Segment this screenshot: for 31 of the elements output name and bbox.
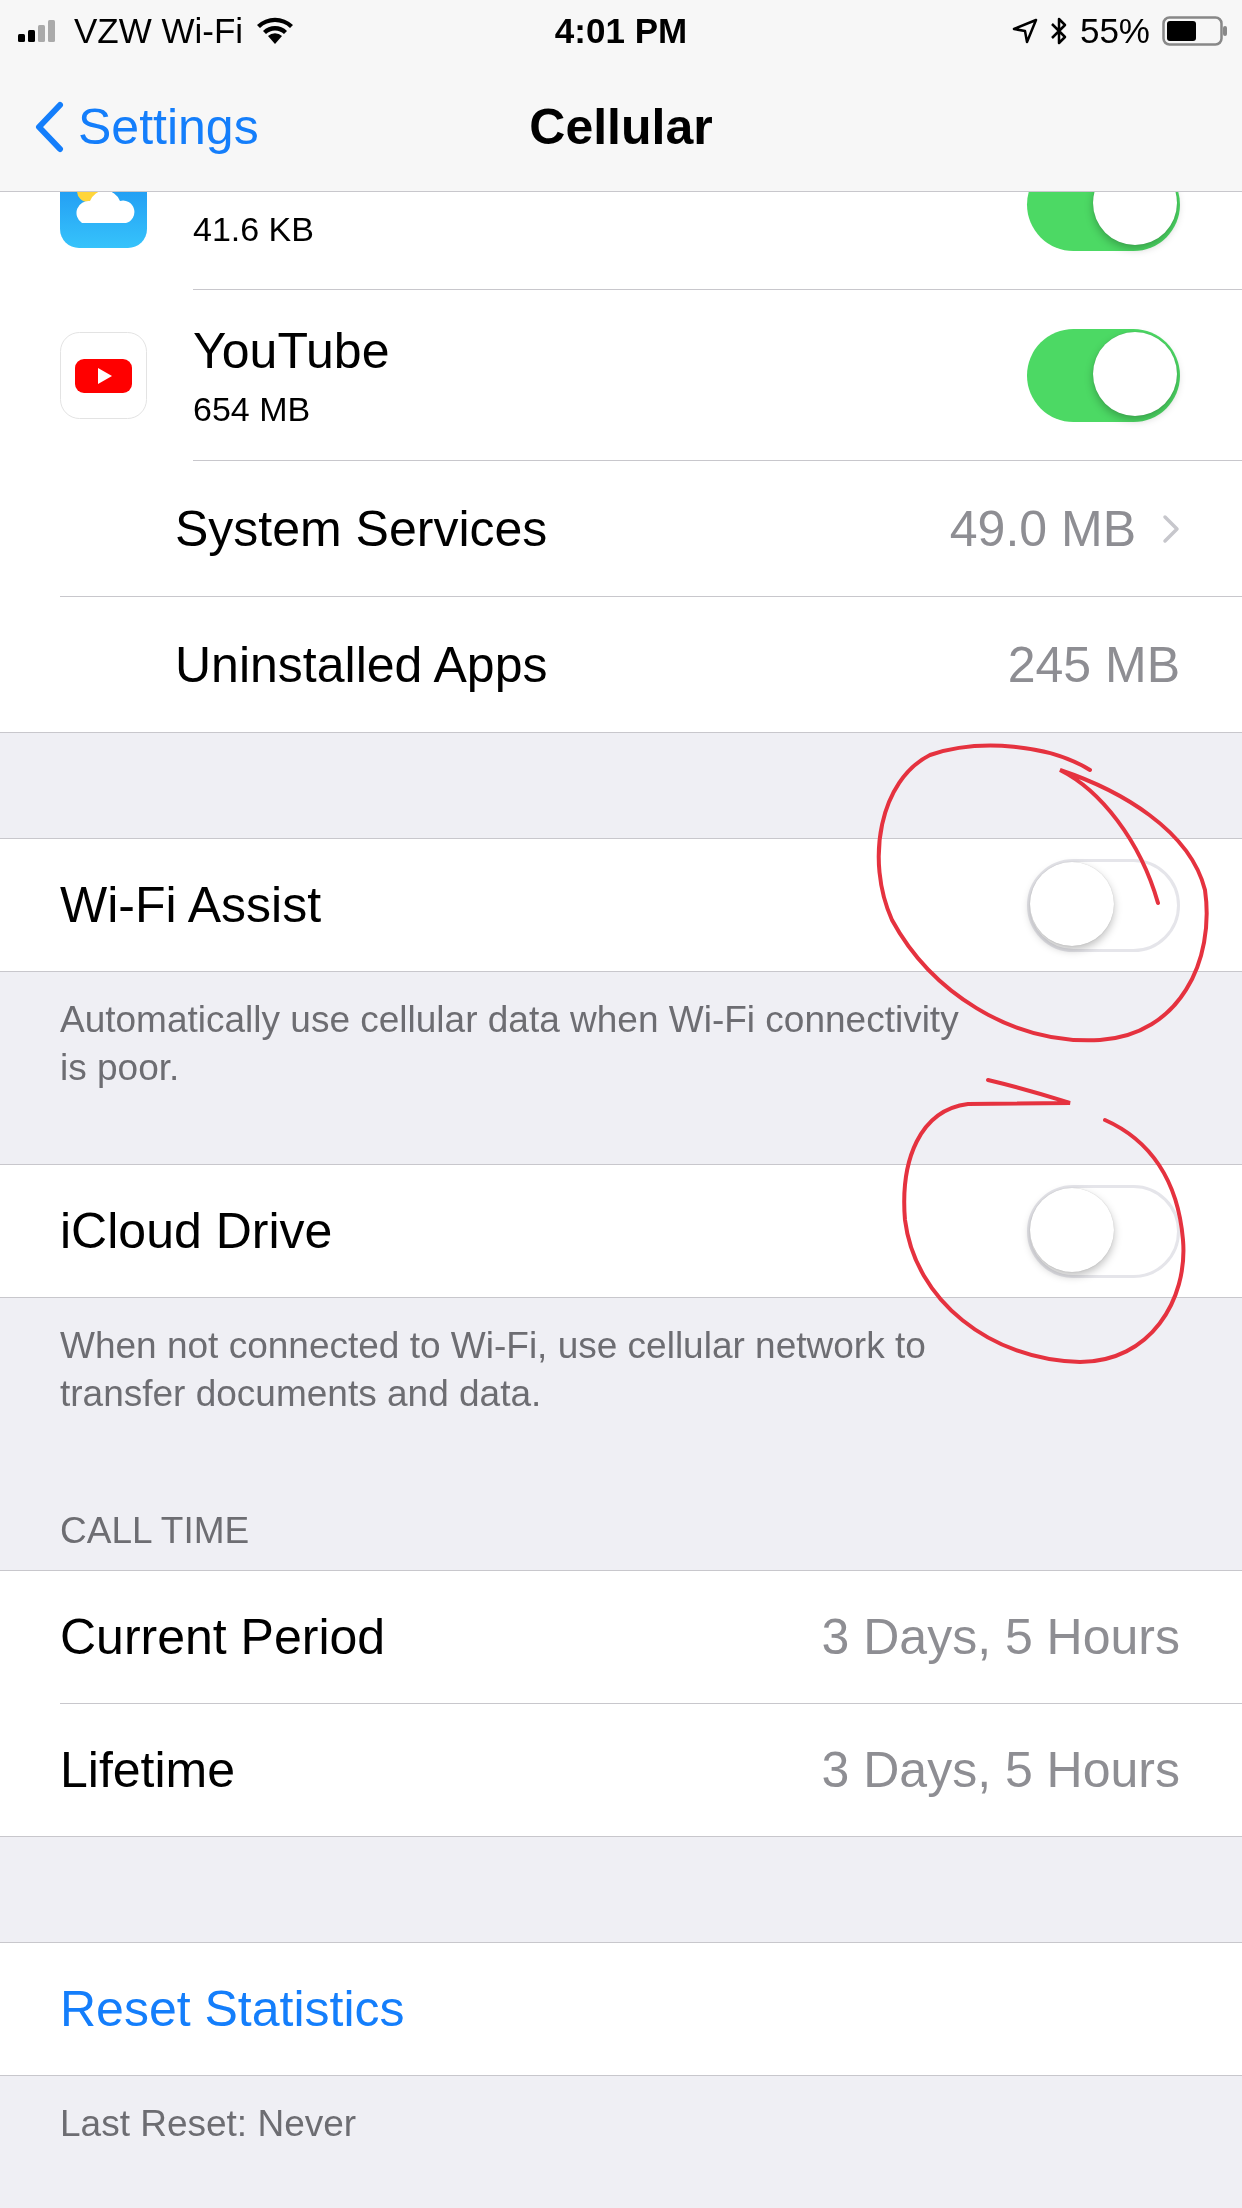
chevron-left-icon [34, 100, 64, 153]
app-usage: 41.6 KB [193, 209, 314, 249]
toggle-switch[interactable] [1027, 1184, 1180, 1278]
play-button-app-icon [60, 332, 147, 419]
row-label: System Services [175, 499, 548, 558]
nav-title: Cellular [529, 97, 713, 156]
battery-icon [1162, 16, 1228, 46]
status-time: 4:01 PM [554, 11, 688, 51]
row-label: Current Period [60, 1608, 386, 1666]
footer-note: Automatically use cellular data when Wi-Fi connectivity is poor. [59, 998, 960, 1090]
location-arrow-icon [1011, 18, 1038, 44]
back-button[interactable]: Settings [0, 97, 259, 156]
row-label: Wi-Fi Assist [60, 876, 322, 934]
battery-percent: 55% [1079, 11, 1150, 51]
wifi-icon [255, 16, 296, 46]
section-header: CALL TIME [59, 1510, 251, 1553]
footer-note: Last Reset: Never [59, 2102, 358, 2146]
app-usage: 654 MB [193, 389, 312, 429]
carrier-name: VZW Wi-Fi [74, 11, 244, 51]
row-value: 49.0 MB [949, 499, 1136, 558]
row-value: 3 Days, 5 Hours [821, 1741, 1180, 1799]
row-label: Uninstalled Apps [175, 635, 548, 694]
row-label: iCloud Drive [60, 1202, 333, 1260]
row-label: Lifetime [60, 1741, 236, 1799]
footer-note: When not connected to Wi-Fi, use cellular network to transfer documents and data. [59, 1324, 927, 1416]
bluetooth-icon [1049, 16, 1068, 46]
chevron-right-icon [1162, 513, 1180, 544]
reset-statistics-link[interactable]: Reset Statistics [60, 1980, 405, 2038]
app-name: YouTube [193, 321, 390, 380]
row-value: 245 MB [1007, 635, 1180, 694]
row-value: 3 Days, 5 Hours [821, 1608, 1180, 1666]
